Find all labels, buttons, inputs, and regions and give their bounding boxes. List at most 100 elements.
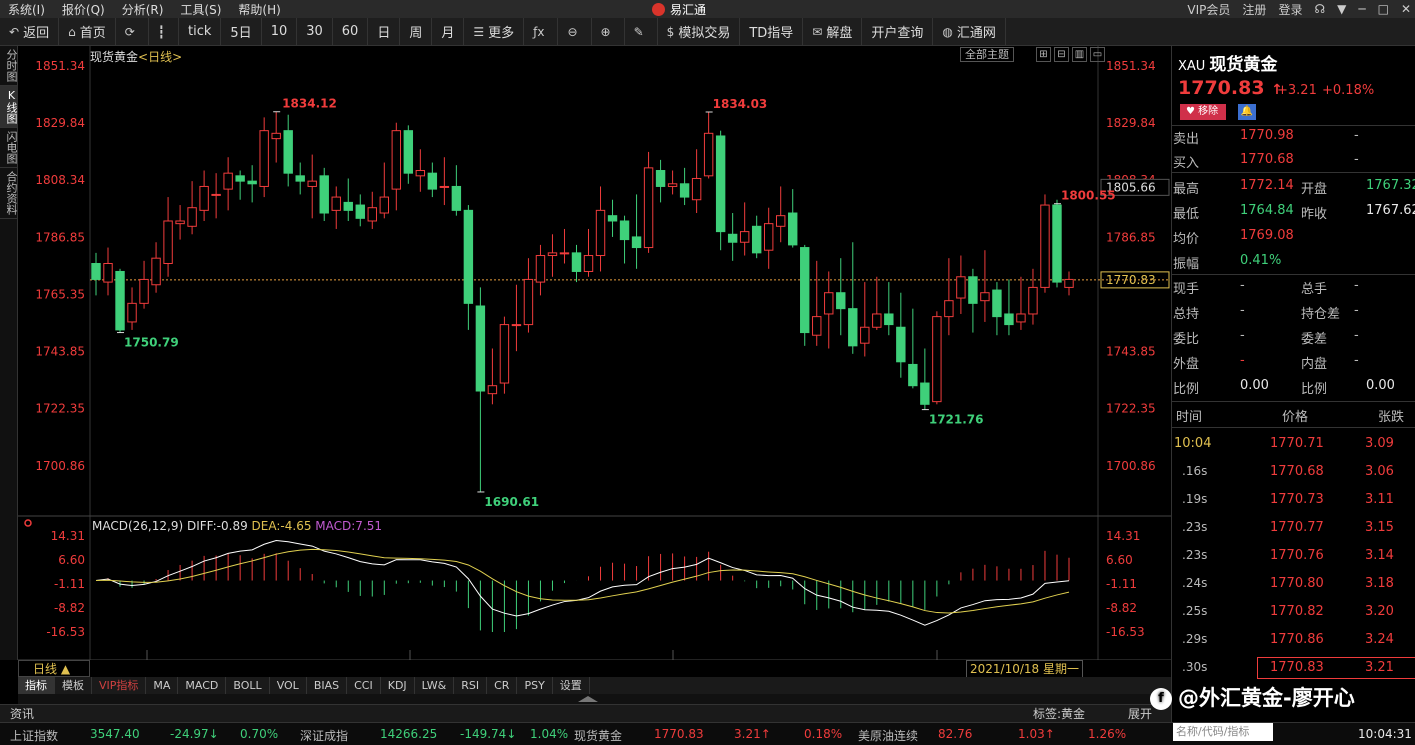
- toolbar-item[interactable]: $ 模拟交易: [658, 17, 741, 46]
- toolbar-item[interactable]: ⊖: [558, 17, 592, 46]
- toolbar-item[interactable]: 周: [400, 17, 433, 46]
- toolbar-item[interactable]: ⊕: [592, 17, 625, 46]
- y-tick-label: 1765.35: [35, 287, 85, 301]
- headset-icon[interactable]: ☊: [1314, 2, 1325, 16]
- toolbar-item[interactable]: 日: [368, 17, 401, 46]
- news-label[interactable]: 资讯: [0, 705, 34, 722]
- quote-value: -: [1240, 278, 1245, 293]
- indicator-tab[interactable]: PSY: [517, 677, 553, 694]
- toolbar-item[interactable]: 30: [297, 17, 333, 46]
- trades-header: 价格: [1282, 410, 1309, 425]
- shirt-icon[interactable]: ▼: [1337, 2, 1346, 16]
- trade-price: 1770.82: [1270, 604, 1324, 619]
- toolbar-item[interactable]: ƒx: [524, 17, 559, 46]
- candle-body: [379, 196, 390, 214]
- toolbar-item[interactable]: ┇: [149, 17, 180, 46]
- candle-body: [175, 220, 185, 225]
- indicator-tab[interactable]: MACD: [178, 677, 227, 694]
- close-icon[interactable]: ✕: [1401, 2, 1411, 16]
- tab-timeshare[interactable]: 分时图: [0, 46, 18, 86]
- toolbar-item[interactable]: ✉ 解盘: [803, 17, 863, 46]
- ticker-name[interactable]: 上证指数: [10, 727, 58, 744]
- toolbar-label: TD指导: [749, 26, 794, 41]
- menu-quote[interactable]: 报价(Q): [54, 1, 114, 18]
- toolbar-label: 60: [341, 24, 359, 39]
- search-input[interactable]: 名称/代码/指标: [1173, 723, 1273, 741]
- indicator-tab[interactable]: RSI: [454, 677, 488, 694]
- tab-flash[interactable]: 闪电图: [0, 128, 18, 168]
- ticker-name[interactable]: 深证成指: [300, 727, 348, 744]
- kline-chart[interactable]: 1851.34 1829.84 1808.34 1786.85 1765.35 1743.…: [18, 46, 1171, 660]
- quote-value: 0.41%: [1240, 253, 1282, 268]
- toolbar-item[interactable]: 开户查询: [862, 17, 934, 46]
- indicator-tab[interactable]: LW&: [415, 677, 455, 694]
- news-expand[interactable]: 展开: [1128, 705, 1152, 722]
- tab-contract[interactable]: 合约资料: [0, 168, 18, 219]
- toolbar-label: 日: [377, 26, 391, 41]
- remove-button[interactable]: ♥ 移除: [1180, 104, 1226, 120]
- indicator-tab[interactable]: VOL: [270, 677, 307, 694]
- toolbar-item[interactable]: ☰ 更多: [464, 17, 525, 46]
- grid-icon[interactable]: ⊞: [1036, 47, 1051, 62]
- indicator-tab[interactable]: BOLL: [226, 677, 270, 694]
- vip-link[interactable]: VIP会员: [1187, 1, 1230, 18]
- h-scrollbar[interactable]: [18, 694, 1171, 704]
- toolbar-item[interactable]: 5日: [221, 17, 262, 46]
- theme-select[interactable]: 全部主题: [960, 47, 1014, 62]
- toolbar-item[interactable]: ✎: [625, 17, 658, 46]
- ticker-change: -24.97↓: [170, 727, 219, 741]
- chart-period[interactable]: <日线>: [138, 50, 182, 64]
- menu-tools[interactable]: 工具(S): [172, 1, 230, 18]
- menu-help[interactable]: 帮助(H): [230, 1, 289, 18]
- register-link[interactable]: 注册: [1242, 1, 1266, 18]
- chart-title-text: 现货黄金: [90, 50, 139, 64]
- candle-body: [235, 175, 245, 182]
- scroll-up-icon[interactable]: [578, 696, 598, 702]
- menu-analysis[interactable]: 分析(R): [114, 1, 173, 18]
- toolbar-item[interactable]: TD指导: [740, 17, 804, 46]
- ticker-name[interactable]: 美原油连续: [858, 727, 918, 744]
- indicator-tab[interactable]: CR: [487, 677, 518, 694]
- login-link[interactable]: 登录: [1278, 1, 1302, 18]
- ticker-name[interactable]: 现货黄金: [574, 727, 622, 744]
- trade-change: 3.06: [1365, 464, 1394, 479]
- split-icon[interactable]: ▥: [1072, 47, 1087, 62]
- ticker-price: 3547.40: [90, 727, 140, 741]
- toolbar-label: 解盘: [826, 26, 853, 41]
- tab-kline[interactable]: K线图: [0, 86, 18, 128]
- toolbar-item[interactable]: ↶ 返回: [0, 17, 60, 46]
- indicator-tab[interactable]: CCI: [347, 677, 381, 694]
- toolbar-item[interactable]: ⌂ 首页: [59, 17, 116, 46]
- alert-button[interactable]: 🔔: [1238, 104, 1256, 120]
- period-selector[interactable]: 日线 ▲: [18, 660, 90, 677]
- candle-body: [163, 220, 173, 264]
- trade-row: 10:04 1770.71 3.09: [1172, 433, 1415, 455]
- news-tag[interactable]: 标签:黄金: [1033, 705, 1085, 722]
- toolbar-item[interactable]: ⟳: [116, 17, 149, 46]
- layout-icon[interactable]: ⊟: [1054, 47, 1069, 62]
- toolbar-item[interactable]: 60: [333, 17, 369, 46]
- indicator-tab[interactable]: MA: [146, 677, 179, 694]
- window-icon[interactable]: ▭: [1090, 47, 1105, 62]
- bell-icon: 🔔: [1240, 106, 1254, 117]
- toolbar-item[interactable]: 10: [262, 17, 298, 46]
- toolbar-item[interactable]: 月: [432, 17, 465, 46]
- quote-value: -: [1354, 128, 1359, 143]
- indicator-tab[interactable]: VIP指标: [92, 677, 147, 694]
- minimize-icon[interactable]: ─: [1358, 2, 1365, 16]
- trades-header: 时间: [1176, 410, 1203, 425]
- candle-body: [187, 207, 197, 227]
- menu-system[interactable]: 系统(I): [0, 1, 54, 18]
- candle-body: [91, 262, 101, 280]
- indicator-tab[interactable]: 设置: [553, 677, 590, 694]
- candle: [319, 167, 329, 221]
- extreme-label: 1750.79: [124, 336, 179, 350]
- toolbar-item[interactable]: ◍ 汇通网: [933, 17, 1006, 46]
- maximize-icon[interactable]: □: [1378, 2, 1389, 16]
- y-tick-label: 1722.35: [35, 402, 85, 416]
- toolbar-item[interactable]: tick: [179, 17, 222, 46]
- indicator-tab[interactable]: 模板: [55, 677, 92, 694]
- indicator-tab[interactable]: BIAS: [307, 677, 348, 694]
- indicator-tab[interactable]: 指标: [18, 677, 55, 694]
- indicator-tab[interactable]: KDJ: [381, 677, 415, 694]
